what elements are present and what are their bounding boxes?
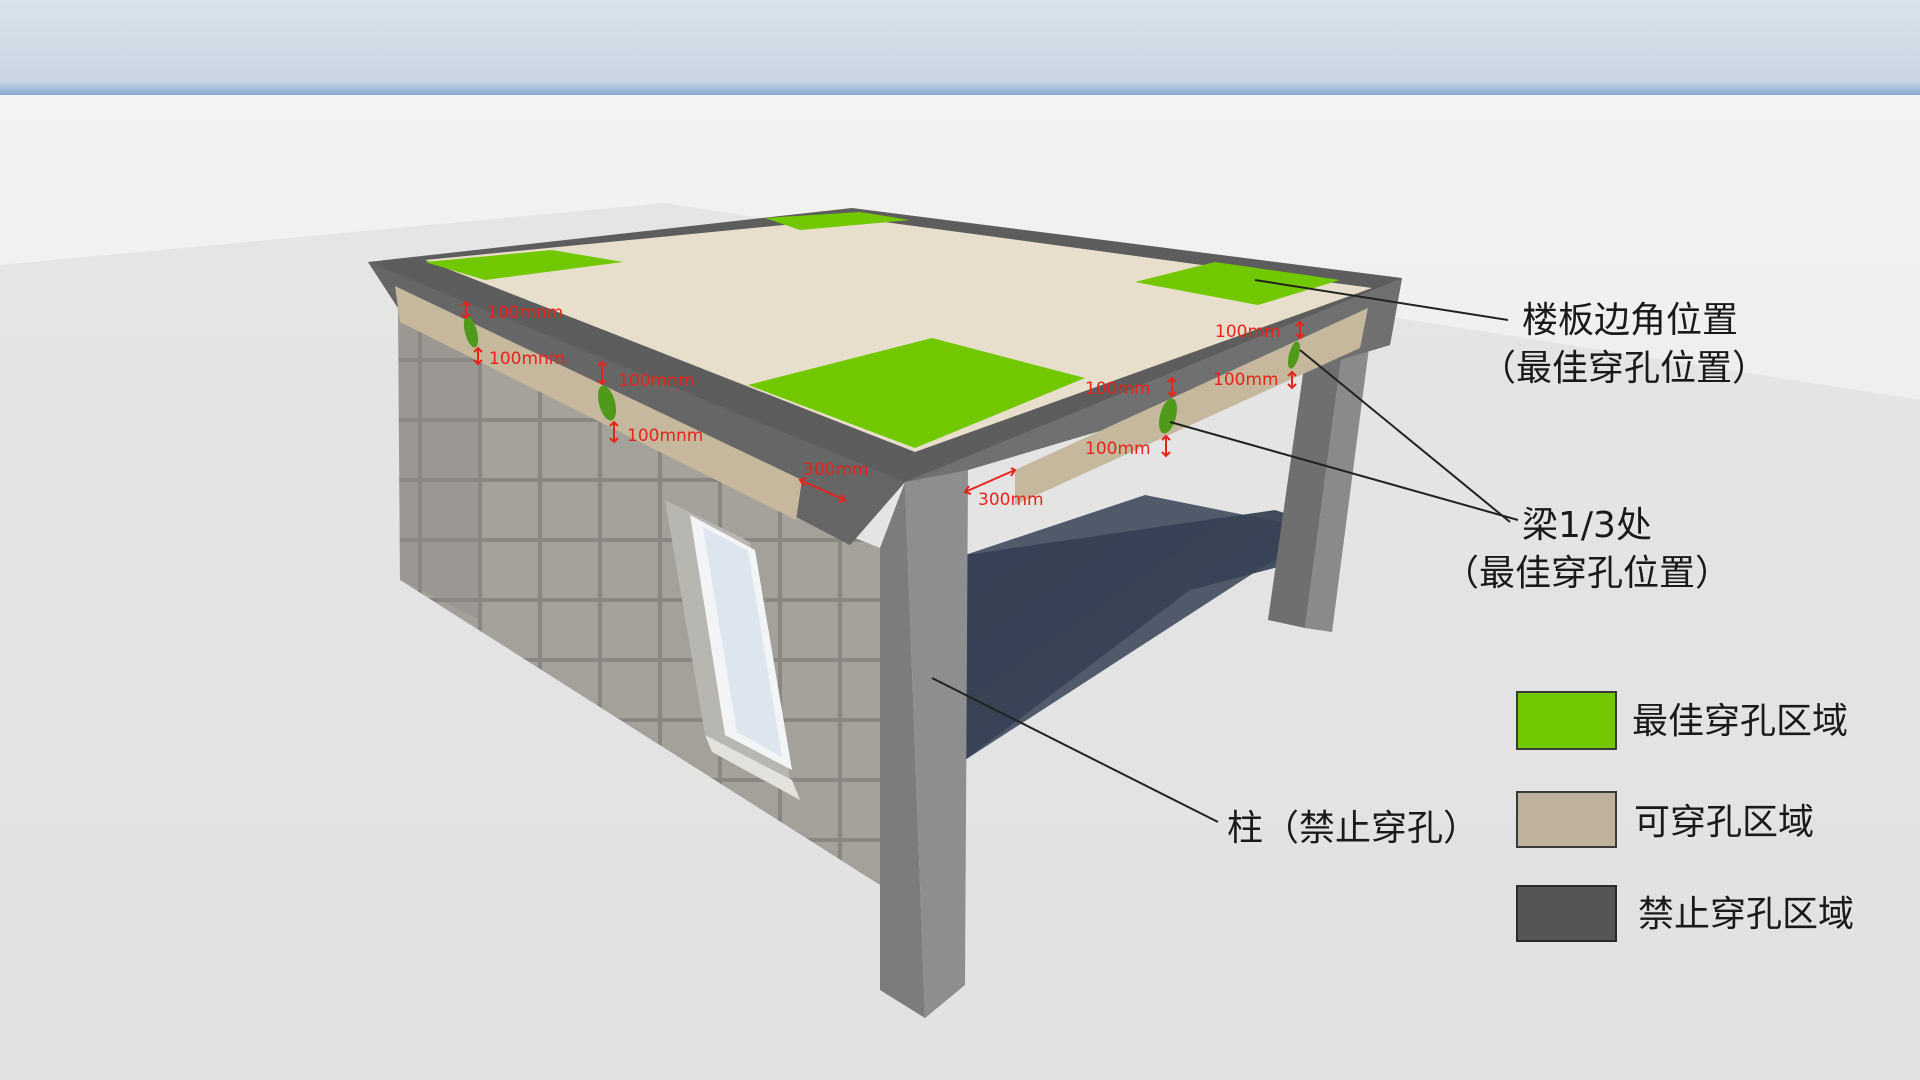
dim-label-9: 100mm [1215,322,1281,342]
callout-beam-third-note: （最佳穿孔位置） [1443,553,1731,594]
dim-label-2: 100mnm [489,349,565,369]
legend-label-forbidden: 禁止穿孔区域 [1638,894,1854,935]
dim-label-7: 100mm [1085,379,1151,399]
legend: 最佳穿孔区域 可穿孔区域 禁止穿孔区域 [1516,691,1854,942]
dim-label-6: 300mm [978,490,1044,510]
dim-label-8: 100mm [1085,439,1151,459]
callout-beam-third-title: 梁1/3处 [1522,505,1652,546]
sky-band [0,0,1920,95]
dim-label-3: 100mnm [618,371,694,391]
legend-swatch-optimal [1516,691,1617,750]
callout-slab-corner-title: 楼板边角位置 [1522,300,1738,341]
dim-label-1: 100mnm [487,303,563,323]
legend-swatch-forbidden [1516,885,1617,942]
dim-label-10: 100mm [1213,370,1279,390]
legend-swatch-allowed [1516,791,1617,848]
legend-label-optimal: 最佳穿孔区域 [1632,701,1848,742]
dim-label-5: 300mm [803,460,869,480]
dim-label-4: 100mnm [627,426,703,446]
diagram-scene: 100mnm 100mnm 100mnm 100mnm 300mm 300mm … [0,0,1920,1080]
legend-label-allowed: 可穿孔区域 [1634,802,1814,843]
callout-slab-corner-note: （最佳穿孔位置） [1480,348,1768,389]
callout-column: 柱（禁止穿孔） [1227,808,1479,849]
